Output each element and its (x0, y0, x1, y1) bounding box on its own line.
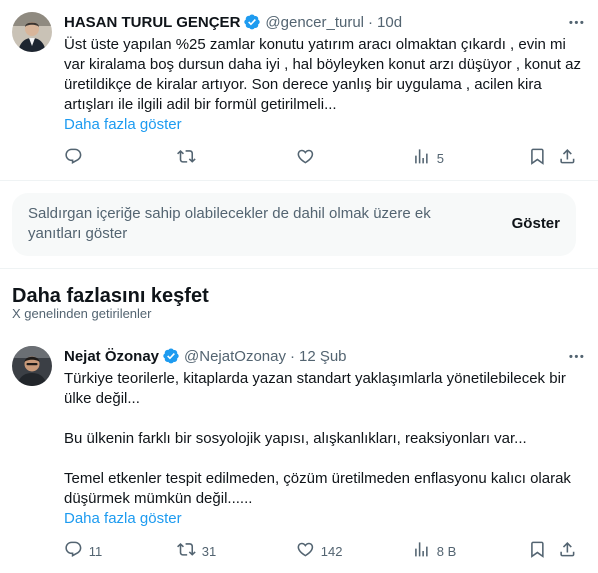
heart-icon (296, 147, 315, 169)
author-handle[interactable]: @NejatOzonay (184, 348, 286, 365)
tweet-paragraph: Temel etkenler tespit edilmeden, çözüm ü… (64, 470, 576, 507)
bookmark-icon (528, 540, 547, 562)
tweet-actions: 5 (64, 148, 580, 168)
separator-dot: · (289, 347, 295, 365)
views-count: 8 B (436, 543, 457, 559)
verified-badge-icon[interactable] (162, 347, 180, 365)
bookmark-button[interactable] (528, 541, 547, 561)
author-name[interactable]: HASAN TURUL GENÇER (64, 14, 240, 31)
like-button[interactable]: 142 (296, 541, 342, 561)
tweet-card[interactable]: HASAN TURUL GENÇER @gencer_turul · 10d Ü… (0, 0, 598, 180)
author-name[interactable]: Nejat Özonay (64, 348, 159, 365)
tweet-paragraph: Türkiye teorilerle, kitaplarda yazan sta… (64, 370, 571, 407)
reply-icon (64, 147, 83, 169)
retweet-button[interactable]: 31 (177, 541, 216, 561)
reply-icon (64, 540, 83, 562)
tweet-card[interactable]: Nejat Özonay @NejatOzonay · 12 Şub Türki… (0, 330, 598, 573)
tweet-text: Üst üste yapılan %25 zamlar konutu yatır… (64, 35, 584, 115)
divider (0, 268, 598, 269)
tweet-header: Nejat Özonay @NejatOzonay · 12 Şub (64, 346, 586, 366)
share-icon (558, 147, 577, 169)
share-button[interactable] (558, 148, 577, 168)
tweet-timestamp[interactable]: 10d (377, 14, 402, 31)
additional-replies-notice-text: Saldırgan içeriğe sahip olabilecekler de… (28, 205, 431, 242)
divider (0, 180, 598, 181)
views-button[interactable]: 5 (412, 148, 444, 168)
reply-button[interactable] (64, 148, 89, 168)
reply-button[interactable]: 11 (64, 541, 102, 561)
show-more-link[interactable]: Daha fazla göster (64, 509, 182, 529)
tweet-text-content: Üst üste yapılan %25 zamlar konutu yatır… (64, 36, 586, 113)
views-chart-icon (412, 540, 431, 562)
tweet-text: Türkiye teorilerle, kitaplarda yazan sta… (64, 369, 584, 509)
share-button[interactable] (558, 541, 577, 561)
show-additional-replies-banner[interactable]: Saldırgan içeriğe sahip olabilecekler de… (12, 193, 576, 256)
discover-more-subtitle: X genelinden getirilenler (12, 306, 152, 321)
tweet-header: HASAN TURUL GENÇER @gencer_turul · 10d (64, 12, 586, 32)
views-button[interactable]: 8 B (412, 541, 456, 561)
like-button[interactable] (296, 148, 321, 168)
retweet-count: 31 (201, 543, 217, 559)
verified-badge-icon[interactable] (243, 13, 261, 31)
share-icon (558, 540, 577, 562)
tweet-actions: 11 31 142 8 B (64, 541, 580, 561)
avatar[interactable] (12, 346, 52, 386)
avatar[interactable] (12, 12, 52, 52)
retweet-icon (177, 147, 196, 169)
views-count: 5 (436, 150, 444, 166)
bookmark-button[interactable] (528, 148, 547, 168)
show-more-link[interactable]: Daha fazla göster (64, 115, 182, 135)
show-button[interactable]: Göster (512, 215, 560, 232)
more-dots-icon[interactable] (566, 346, 586, 366)
heart-icon (296, 540, 315, 562)
views-chart-icon (412, 147, 431, 169)
bookmark-icon (528, 147, 547, 169)
author-handle[interactable]: @gencer_turul (265, 14, 364, 31)
retweet-icon (177, 540, 196, 562)
tweet-paragraph: Bu ülkenin farklı bir sosyolojik yapısı,… (64, 430, 527, 447)
retweet-button[interactable] (177, 148, 202, 168)
like-count: 142 (320, 543, 343, 559)
separator-dot: · (368, 13, 374, 31)
reply-count: 11 (88, 543, 103, 559)
more-dots-icon[interactable] (566, 12, 586, 32)
tweet-timestamp[interactable]: 12 Şub (299, 348, 347, 365)
discover-more-heading: Daha fazlasını keşfet (12, 285, 209, 307)
